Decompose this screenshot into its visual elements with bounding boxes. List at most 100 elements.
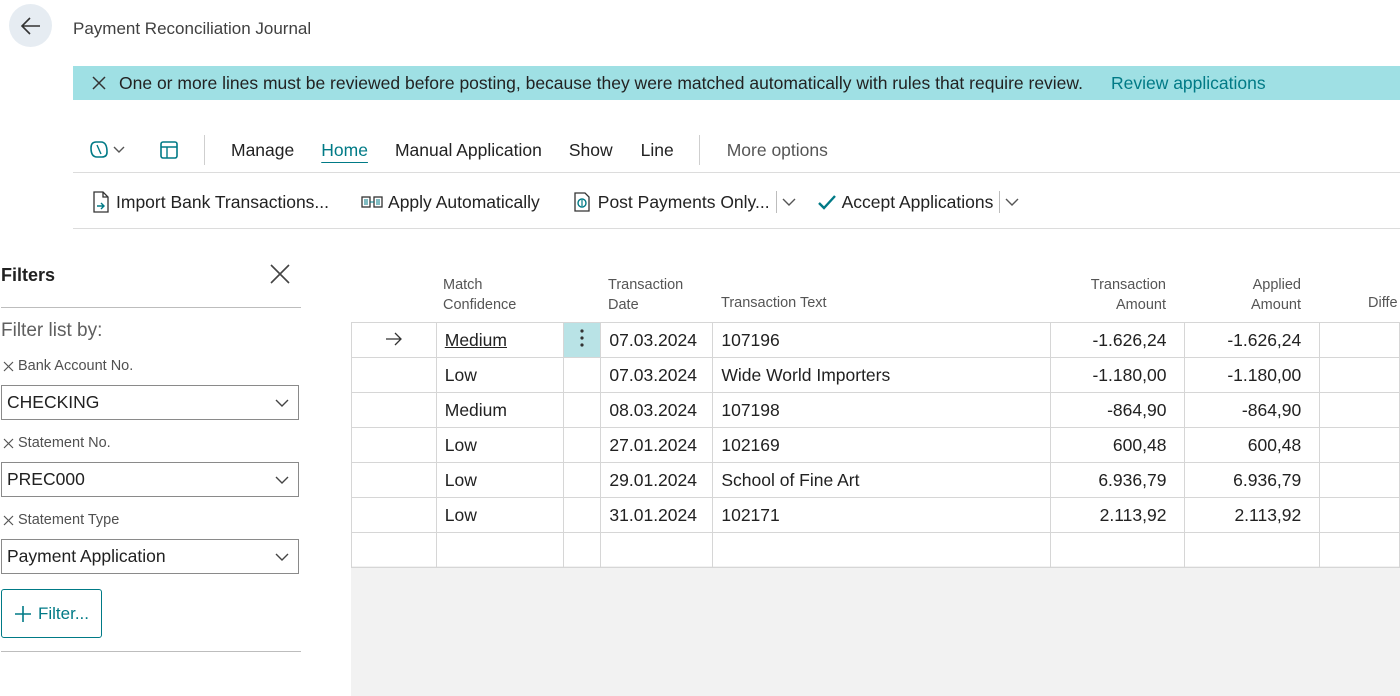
command-bar: Import Bank Transactions... Apply Automa… xyxy=(73,185,1400,219)
transaction-text-cell[interactable] xyxy=(712,532,1051,568)
layout-icon xyxy=(160,141,178,159)
transaction-amount-cell[interactable]: -864,90 xyxy=(1049,392,1186,428)
table-row[interactable]: Low 29.01.2024 School of Fine Art 6.936,… xyxy=(351,462,1400,498)
transaction-date-cell[interactable]: 31.01.2024 xyxy=(600,497,714,533)
row-actions-button[interactable] xyxy=(562,322,602,358)
difference-cell[interactable] xyxy=(1319,497,1400,533)
transaction-amount-cell[interactable]: -1.626,24 xyxy=(1049,322,1186,358)
column-header-difference[interactable]: Diffe xyxy=(1368,293,1398,313)
table-row[interactable]: Low 07.03.2024 Wide World Importers -1.1… xyxy=(351,357,1400,393)
match-confidence-cell[interactable]: Low xyxy=(435,497,564,533)
apply-automatically-button[interactable]: Apply Automatically xyxy=(361,192,540,213)
dismiss-banner-icon[interactable] xyxy=(89,73,109,93)
match-confidence-cell[interactable]: Medium xyxy=(435,392,564,428)
journal-grid: Medium 07.03.2024 107196 -1.626,24 -1.62… xyxy=(351,322,1400,568)
personalize-button[interactable] xyxy=(159,134,179,166)
difference-cell[interactable] xyxy=(1319,357,1400,393)
transaction-amount-cell[interactable] xyxy=(1049,532,1186,568)
close-filter-pane-icon[interactable] xyxy=(268,262,292,286)
remove-filter-icon[interactable] xyxy=(3,361,14,372)
transaction-text-cell[interactable]: 102171 xyxy=(712,497,1051,533)
column-header-applied-amount[interactable]: Applied Amount xyxy=(1186,275,1301,315)
separator xyxy=(698,135,700,165)
applied-amount-cell[interactable]: -1.626,24 xyxy=(1184,322,1321,358)
transaction-date-cell[interactable] xyxy=(600,532,714,568)
applied-amount-cell[interactable]: -864,90 xyxy=(1184,392,1321,428)
difference-cell[interactable] xyxy=(1319,392,1400,428)
transaction-text-cell[interactable]: 107196 xyxy=(712,322,1051,358)
bank-account-filter-select[interactable]: CHECKING xyxy=(1,385,299,420)
transaction-amount-cell[interactable]: 6.936,79 xyxy=(1049,462,1186,498)
remove-filter-icon[interactable] xyxy=(3,515,14,526)
transaction-amount-cell[interactable]: 600,48 xyxy=(1049,427,1186,463)
filter-list-by-label: Filter list by: xyxy=(1,320,103,341)
post-dropdown-chevron-icon[interactable] xyxy=(781,197,797,207)
transaction-date-cell[interactable]: 29.01.2024 xyxy=(600,462,714,498)
applied-amount-cell[interactable]: 2.113,92 xyxy=(1184,497,1321,533)
add-filter-button[interactable]: Filter... xyxy=(1,589,102,638)
accept-applications-button[interactable]: Accept Applications xyxy=(817,192,993,213)
difference-cell[interactable] xyxy=(1319,532,1400,568)
review-applications-link[interactable]: Review applications xyxy=(1111,73,1266,94)
menu-show[interactable]: Show xyxy=(569,140,613,161)
transaction-date-cell[interactable]: 07.03.2024 xyxy=(600,357,714,393)
current-row-arrow-icon xyxy=(385,332,402,345)
divider xyxy=(73,228,1400,229)
table-row[interactable]: Medium 08.03.2024 107198 -864,90 -864,90 xyxy=(351,392,1400,428)
back-button[interactable] xyxy=(9,4,52,47)
transaction-amount-cell[interactable]: -1.180,00 xyxy=(1049,357,1186,393)
transaction-date-cell[interactable]: 07.03.2024 xyxy=(600,322,714,358)
chevron-down-icon xyxy=(269,398,290,408)
column-header-match-confidence[interactable]: Match Confidence xyxy=(443,275,516,315)
difference-cell[interactable] xyxy=(1319,462,1400,498)
match-confidence-cell[interactable] xyxy=(435,532,564,568)
transaction-text-cell[interactable]: School of Fine Art xyxy=(712,462,1051,498)
remove-filter-icon[interactable] xyxy=(3,438,14,449)
import-bank-transactions-button[interactable]: Import Bank Transactions... xyxy=(91,191,329,213)
row-actions-cell[interactable] xyxy=(562,392,602,428)
table-row[interactable]: Medium 07.03.2024 107196 -1.626,24 -1.62… xyxy=(351,322,1400,358)
difference-cell[interactable] xyxy=(1319,322,1400,358)
transaction-date-cell[interactable]: 08.03.2024 xyxy=(600,392,714,428)
transaction-date-cell[interactable]: 27.01.2024 xyxy=(600,427,714,463)
match-confidence-cell[interactable]: Medium xyxy=(435,322,564,358)
row-indicator xyxy=(351,427,437,463)
match-confidence-cell[interactable]: Low xyxy=(435,427,564,463)
menu-home[interactable]: Home xyxy=(321,140,368,161)
menu-manual-application[interactable]: Manual Application xyxy=(395,140,542,161)
apply-label: Apply Automatically xyxy=(388,191,540,212)
applied-amount-cell[interactable]: 600,48 xyxy=(1184,427,1321,463)
statement-type-filter-select[interactable]: Payment Application xyxy=(1,539,299,574)
chevron-down-icon xyxy=(269,552,290,562)
column-header-transaction-date[interactable]: Transaction Date xyxy=(608,275,683,315)
match-confidence-cell[interactable]: Low xyxy=(435,462,564,498)
applied-amount-cell[interactable] xyxy=(1184,532,1321,568)
transaction-text-cell[interactable]: 102169 xyxy=(712,427,1051,463)
column-header-transaction-amount[interactable]: Transaction Amount xyxy=(1050,275,1166,315)
menu-manage[interactable]: Manage xyxy=(231,140,294,161)
more-options[interactable]: More options xyxy=(727,140,828,161)
column-header-transaction-text[interactable]: Transaction Text xyxy=(721,293,827,313)
row-actions-cell[interactable] xyxy=(562,532,602,568)
row-indicator xyxy=(351,497,437,533)
table-row[interactable]: Low 31.01.2024 102171 2.113,92 2.113,92 xyxy=(351,497,1400,533)
statement-no-filter-select[interactable]: PREC000 xyxy=(1,462,299,497)
row-indicator xyxy=(351,392,437,428)
transaction-text-cell[interactable]: 107198 xyxy=(712,392,1051,428)
row-actions-cell[interactable] xyxy=(562,427,602,463)
applied-amount-cell[interactable]: -1.180,00 xyxy=(1184,357,1321,393)
difference-cell[interactable] xyxy=(1319,427,1400,463)
row-actions-cell[interactable] xyxy=(562,357,602,393)
row-actions-cell[interactable] xyxy=(562,462,602,498)
post-payments-only-button[interactable]: Post Payments Only... xyxy=(573,191,770,213)
table-row[interactable]: Low 27.01.2024 102169 600,48 600,48 xyxy=(351,427,1400,463)
applied-amount-cell[interactable]: 6.936,79 xyxy=(1184,462,1321,498)
match-confidence-cell[interactable]: Low xyxy=(435,357,564,393)
row-actions-cell[interactable] xyxy=(562,497,602,533)
accept-dropdown-chevron-icon[interactable] xyxy=(1004,197,1020,207)
menu-line[interactable]: Line xyxy=(641,140,674,161)
copilot-button[interactable] xyxy=(88,134,126,166)
transaction-amount-cell[interactable]: 2.113,92 xyxy=(1049,497,1186,533)
transaction-text-cell[interactable]: Wide World Importers xyxy=(712,357,1051,393)
new-table-row[interactable] xyxy=(351,532,1400,568)
